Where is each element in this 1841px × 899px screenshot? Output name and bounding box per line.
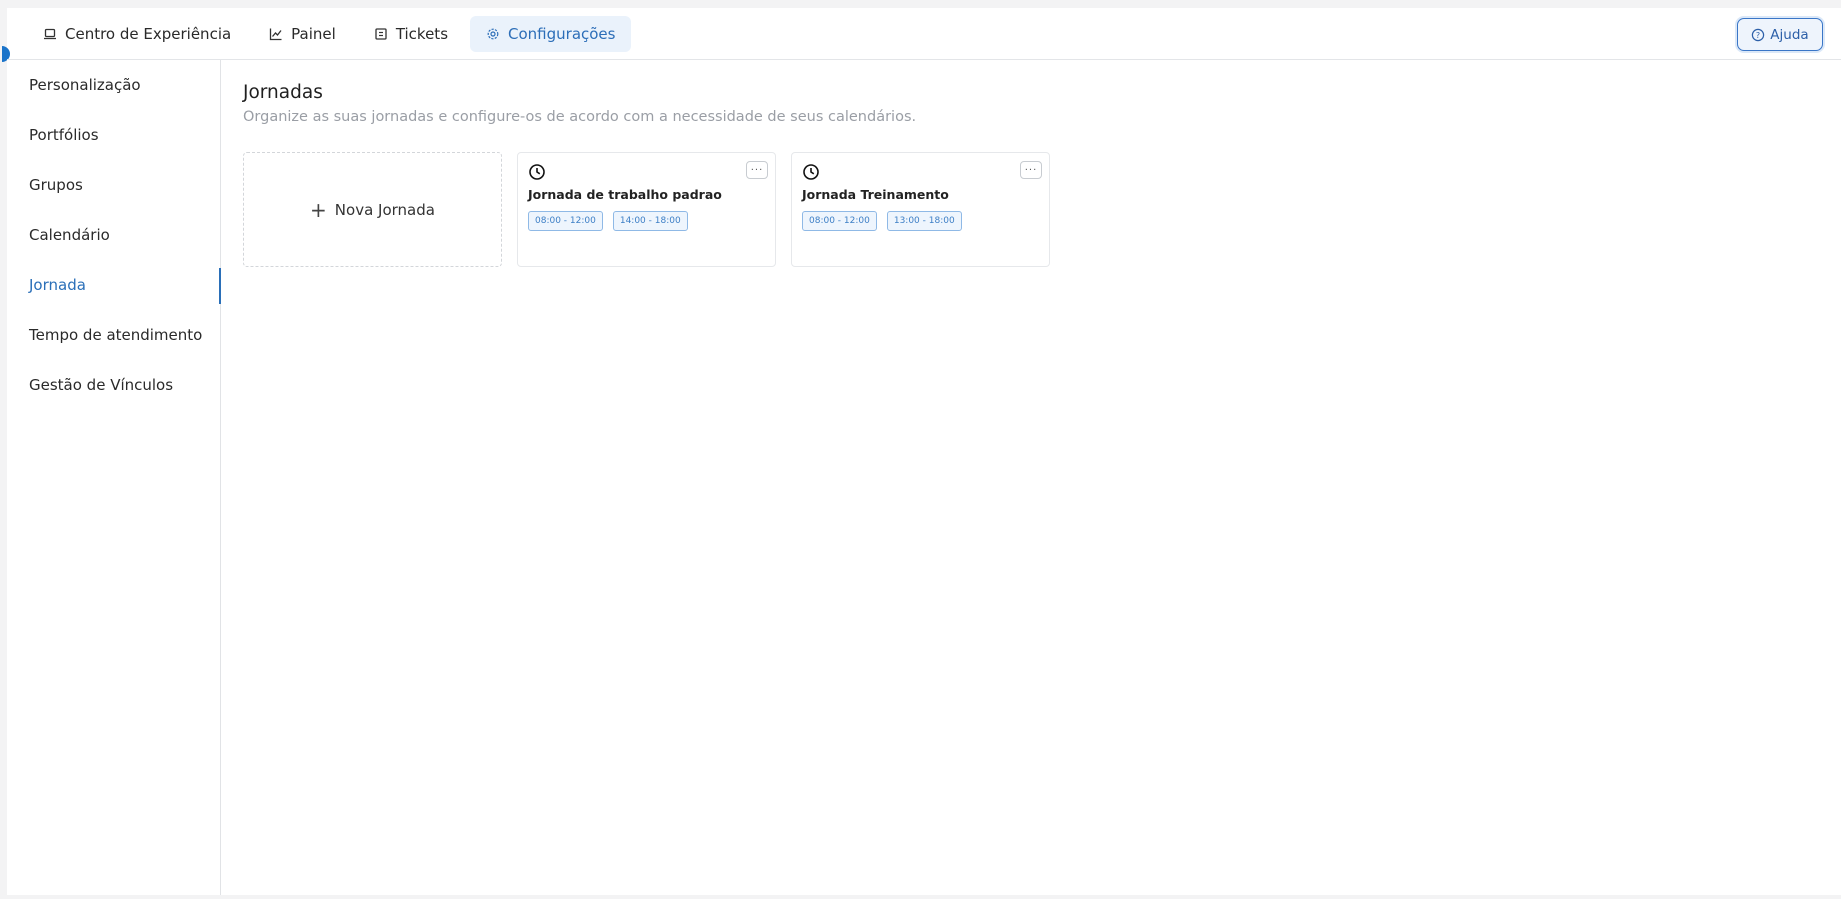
tab-centro-de-experiencia[interactable]: Centro de Experiência [27, 16, 247, 52]
time-slot-chip: 14:00 - 18:00 [612, 211, 688, 231]
sidebar-item-portfolios[interactable]: Portfólios [7, 110, 220, 160]
tab-label: Painel [291, 24, 336, 43]
clock-icon [802, 163, 820, 181]
help-label: Ajuda [1770, 26, 1809, 43]
help-button[interactable]: ? Ajuda [1737, 18, 1823, 51]
time-slot-chip: 08:00 - 12:00 [528, 211, 603, 231]
journey-title: Jornada Treinamento [802, 187, 949, 202]
journey-cards: + Nova Jornada ··· Jornada de trabalho p… [243, 152, 1065, 267]
top-navigation: Centro de Experiência Painel Tickets Con… [7, 8, 1841, 60]
tab-label: Tickets [395, 24, 449, 43]
tab-configuracoes[interactable]: Configurações [470, 15, 632, 52]
question-circle-icon: ? [1751, 28, 1765, 42]
gear-icon [486, 27, 500, 41]
new-journey-label: Nova Jornada [334, 200, 435, 219]
new-journey-button[interactable]: + Nova Jornada [243, 152, 502, 267]
journey-card[interactable]: ··· Jornada Treinamento 08:00 - 12:00 13… [791, 152, 1050, 267]
tab-tickets[interactable]: Tickets [358, 16, 464, 52]
journey-title: Jornada de trabalho padrao [528, 187, 722, 202]
journey-card[interactable]: ··· Jornada de trabalho padrao 08:00 - 1… [517, 152, 776, 267]
sidebar-item-gestao-de-vinculos[interactable]: Gestão de Vínculos [7, 360, 220, 410]
page-subtitle: Organize as suas jornadas e configure-os… [243, 109, 917, 125]
sidebar-item-tempo-de-atendimento[interactable]: Tempo de atendimento [7, 310, 220, 360]
time-slot-chip: 13:00 - 18:00 [886, 211, 962, 231]
sidebar-item-personalizacao[interactable]: Personalização [7, 60, 220, 110]
tab-label: Centro de Experiência [65, 24, 232, 43]
time-slots: 08:00 - 12:00 14:00 - 18:00 [528, 211, 765, 231]
time-slot-chip: 08:00 - 12:00 [802, 211, 877, 231]
svg-text:?: ? [1756, 31, 1760, 40]
tab-painel[interactable]: Painel [253, 16, 352, 52]
sidebar-item-calendario[interactable]: Calendário [7, 210, 220, 260]
tab-label: Configurações [508, 24, 616, 43]
more-options-button[interactable]: ··· [1020, 161, 1042, 179]
app-window: Centro de Experiência Painel Tickets Con… [2, 8, 1841, 895]
time-slots: 08:00 - 12:00 13:00 - 18:00 [802, 211, 1039, 231]
plus-icon: + [310, 197, 327, 222]
clock-icon [528, 163, 546, 181]
settings-sidebar: Personalização Portfólios Grupos Calendá… [7, 60, 221, 895]
ticket-icon [374, 27, 388, 41]
sidebar-item-grupos[interactable]: Grupos [7, 160, 220, 210]
more-options-button[interactable]: ··· [746, 161, 768, 179]
chart-line-icon [269, 27, 283, 41]
sidebar-item-jornada[interactable]: Jornada [7, 260, 221, 310]
page-title: Jornadas [243, 82, 323, 103]
main-content: Jornadas Organize as suas jornadas e con… [243, 82, 1050, 267]
laptop-icon [43, 27, 57, 41]
